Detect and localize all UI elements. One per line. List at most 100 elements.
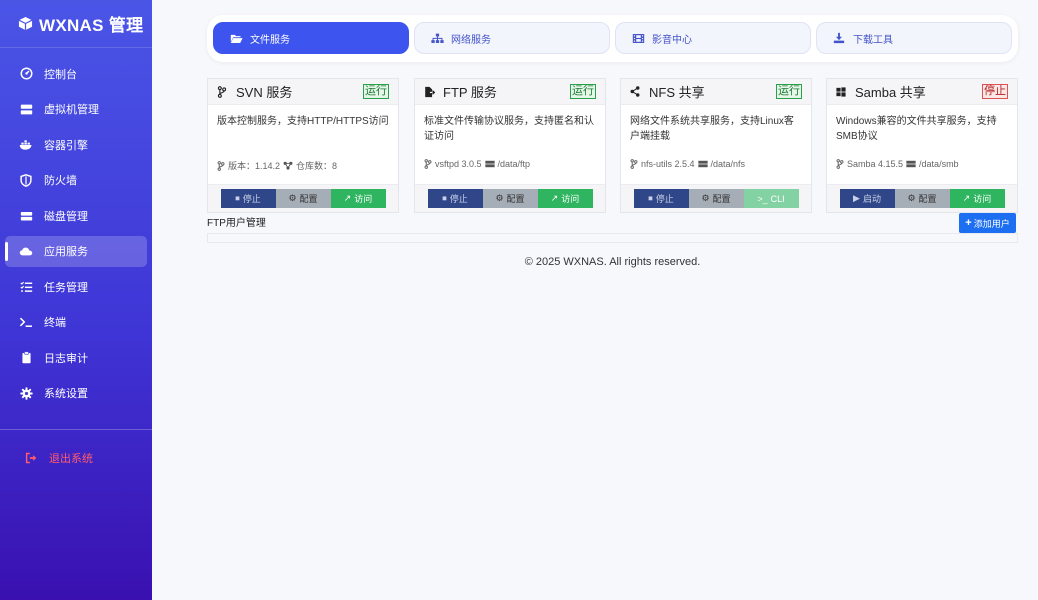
sign-out-icon [24, 451, 38, 465]
card-meta: 版本：1.14.2 仓库数：8 [217, 159, 337, 172]
config-button[interactable]: ⚙ 配置 [688, 189, 744, 208]
status-badge: 运行 [570, 84, 596, 99]
tab-file-services[interactable]: 文件服务 [213, 22, 409, 54]
stop-icon: ⏹ [648, 193, 653, 203]
sidebar-item-terminal[interactable]: 终端 [5, 307, 147, 338]
service-card-samba: Samba 共享 停止 Windows兼容的文件共享服务，支持SMB协议 Sam… [826, 78, 1018, 213]
sidebar-item-settings[interactable]: 系统设置 [5, 378, 147, 409]
visit-label: 访问 [354, 194, 373, 204]
visit-button[interactable]: ↗ 访问 [330, 189, 386, 208]
server-icon [19, 102, 33, 116]
sidebar-item-label: 任务管理 [44, 281, 88, 294]
config-label: 配置 [299, 194, 318, 204]
card-actions: ⏹ 停止 ⚙ 配置 ↗ 访问 [208, 184, 398, 212]
project-diagram-icon [283, 161, 293, 170]
card-repo-count: 仓库数：8 [296, 161, 338, 171]
card-header: FTP 服务 运行 [415, 79, 605, 105]
hdd-icon [906, 160, 916, 168]
add-user-label: 添加用户 [973, 218, 1010, 229]
add-user-button[interactable]: + 添加用户 [959, 213, 1016, 233]
sidebar-item-label: 磁盘管理 [44, 210, 88, 223]
gear-icon: ⚙ [288, 193, 297, 203]
gear-icon: ⚙ [907, 193, 916, 203]
plus-icon: + [965, 217, 972, 229]
stop-label: 停止 [655, 194, 674, 204]
status-badge: 停止 [982, 84, 1008, 99]
tab-label: 网络服务 [451, 34, 491, 46]
card-path: /data/ftp [497, 159, 531, 169]
config-button[interactable]: ⚙ 配置 [275, 189, 331, 208]
card-header: SVN 服务 运行 [208, 79, 398, 105]
code-branch-icon [217, 85, 230, 98]
footer-copyright: © 2025 WXNAS. All rights reserved. [524, 256, 701, 268]
sidebar-item-label: 终端 [44, 317, 66, 329]
stop-button[interactable]: ⏹ 停止 [427, 189, 483, 208]
card-description: 网络文件系统共享服务，支持Linux客户端挂载 [630, 116, 794, 142]
stop-icon: ⏹ [442, 193, 447, 203]
sidebar-item-container[interactable]: 容器引擎 [5, 129, 147, 160]
code-branch-icon [836, 159, 844, 169]
stop-label: 停止 [242, 194, 261, 204]
sidebar-item-label: 控制台 [44, 68, 77, 81]
code-branch-icon [630, 159, 638, 169]
visit-button[interactable]: ↗ 访问 [949, 189, 1005, 208]
sidebar-item-apps[interactable]: 应用服务 [5, 235, 147, 267]
gear-icon [19, 386, 33, 400]
terminal-icon [19, 315, 33, 329]
sidebar-item-logs[interactable]: 日志审计 [5, 342, 147, 373]
sidebar-item-firewall[interactable]: 防火墙 [5, 165, 147, 196]
brand[interactable]: WXNAS 管理 [0, 0, 152, 48]
cli-label: CLI [770, 193, 785, 204]
cli-button[interactable]: >_ CLI [743, 189, 799, 208]
card-actions: ⏹ 停止 ⚙ 配置 ↗ 访问 [415, 184, 605, 212]
config-button[interactable]: ⚙ 配置 [894, 189, 950, 208]
stop-button[interactable]: ⏹ 停止 [220, 189, 276, 208]
download-icon [833, 32, 847, 44]
card-actions: ⏹ 停止 ⚙ 配置 >_ CLI [621, 184, 811, 212]
ftp-users-table [207, 233, 1018, 243]
card-description: 标准文件传输协议服务，支持匿名和认证访问 [424, 116, 594, 142]
gear-icon: ⚙ [701, 193, 710, 203]
share-alt-icon [630, 86, 643, 97]
sidebar-item-label: 系统设置 [44, 388, 88, 400]
card-version: 版本：1.14.2 [228, 161, 281, 171]
tab-download-tools[interactable]: 下载工具 [816, 22, 1012, 54]
tab-media-center[interactable]: 影音中心 [615, 22, 811, 54]
terminal-icon: >_ [757, 193, 768, 204]
hdd-icon [697, 160, 708, 168]
cloud-icon [19, 244, 33, 258]
sidebar-item-dashboard[interactable]: 控制台 [5, 58, 147, 89]
external-link-icon: ↗ [962, 193, 971, 203]
start-label: 启动 [862, 194, 881, 204]
stop-button[interactable]: ⏹ 停止 [633, 189, 689, 208]
visit-label: 访问 [973, 194, 992, 204]
sidebar-item-label: 容器引擎 [44, 139, 88, 152]
clipboard-icon [19, 351, 33, 365]
sidebar-item-vm[interactable]: 虚拟机管理 [5, 94, 147, 125]
brand-title: WXNAS 管理 [39, 16, 144, 35]
config-button[interactable]: ⚙ 配置 [482, 189, 538, 208]
film-icon [632, 33, 646, 44]
external-link-icon: ↗ [550, 193, 559, 203]
sidebar-item-label: 虚拟机管理 [44, 104, 99, 116]
visit-label: 访问 [561, 194, 580, 204]
tasks-icon [19, 280, 33, 294]
visit-button[interactable]: ↗ 访问 [537, 189, 593, 208]
cube-icon [18, 16, 33, 31]
card-header: Samba 共享 停止 [827, 79, 1017, 105]
logout-button[interactable]: 退出系统 [10, 442, 142, 473]
file-export-icon [424, 86, 437, 98]
folder-open-icon [230, 33, 244, 44]
start-button[interactable]: ▶ 启动 [839, 189, 895, 208]
play-icon: ▶ [853, 193, 860, 203]
sidebar: WXNAS 管理 控制台 虚拟机管理 容器引擎 防火墙 磁盘管理 应用服务 任务… [0, 0, 152, 600]
tab-label: 影音中心 [652, 34, 692, 46]
sidebar-item-disk[interactable]: 磁盘管理 [5, 200, 147, 231]
sidebar-item-tasks[interactable]: 任务管理 [5, 271, 147, 302]
gear-icon: ⚙ [495, 193, 504, 203]
card-title: FTP 服务 [443, 85, 497, 100]
tab-network-services[interactable]: 网络服务 [414, 22, 610, 54]
card-meta: Samba 4.15.5 /data/smb [836, 159, 959, 169]
card-actions: ▶ 启动 ⚙ 配置 ↗ 访问 [827, 184, 1017, 212]
service-card-ftp: FTP 服务 运行 标准文件传输协议服务，支持匿名和认证访问 vsftpd 3.… [414, 78, 606, 213]
